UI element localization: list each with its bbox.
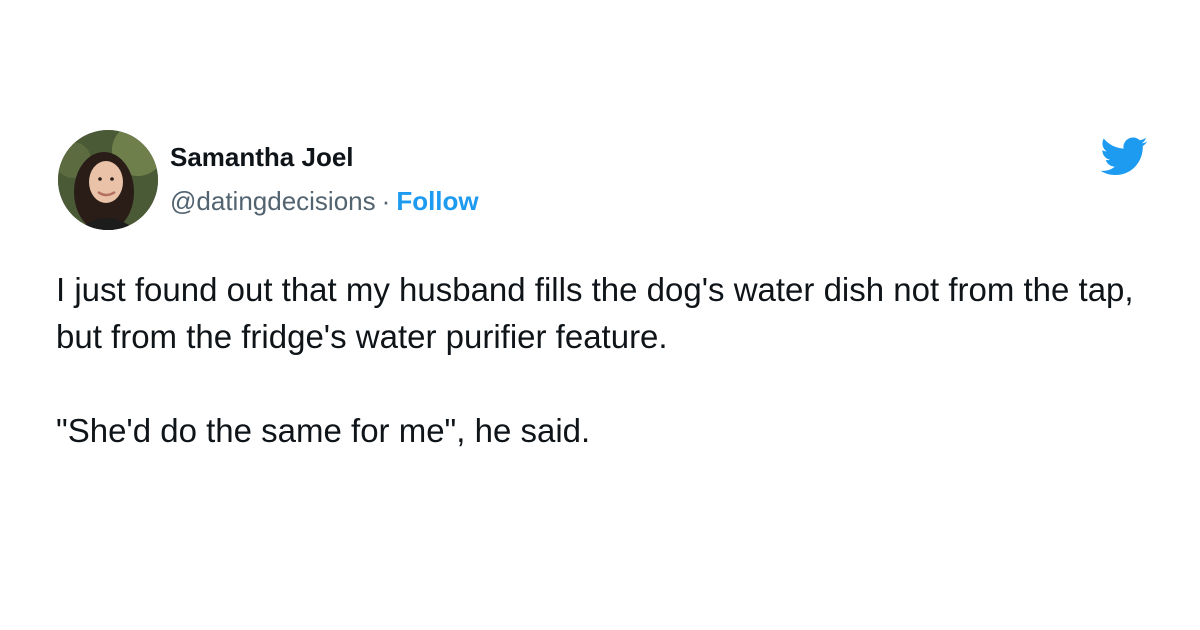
avatar[interactable]	[58, 130, 158, 230]
avatar-photo-icon	[58, 130, 158, 230]
tweet-paragraph: I just found out that my husband fills t…	[56, 271, 1134, 355]
tweet-card: Samantha Joel @datingdecisions · Follow I …	[0, 0, 1200, 630]
separator-dot: ·	[381, 186, 391, 216]
twitter-bird-icon[interactable]	[1100, 137, 1148, 177]
author-name[interactable]: Samantha Joel	[170, 142, 354, 173]
follow-button[interactable]: Follow	[396, 186, 478, 216]
author-handle-row: @datingdecisions · Follow	[170, 186, 479, 217]
author-handle[interactable]: @datingdecisions	[170, 186, 376, 216]
tweet-text: I just found out that my husband fills t…	[56, 266, 1156, 454]
tweet-paragraph: "She'd do the same for me", he said.	[56, 412, 591, 449]
